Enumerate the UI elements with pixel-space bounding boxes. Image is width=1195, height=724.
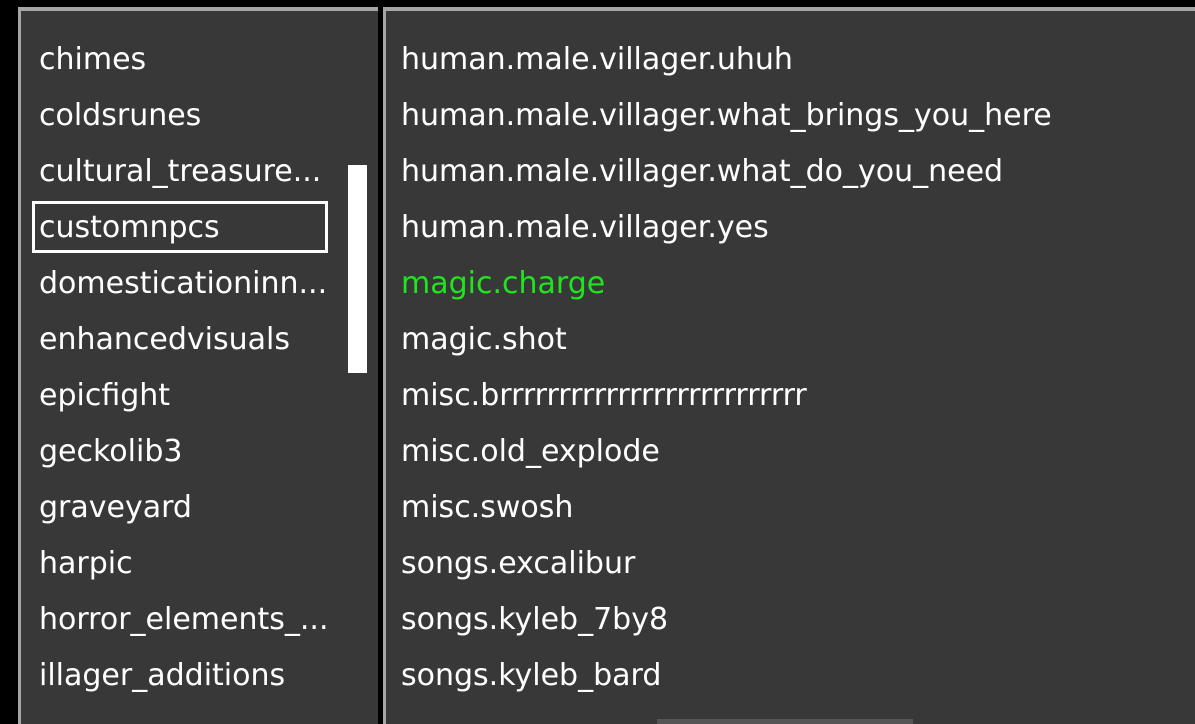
namespace-item[interactable]: cultural_treasure...	[39, 150, 349, 194]
sound-item[interactable]: songs.excalibur	[401, 542, 1181, 586]
namespace-item[interactable]: graveyard	[39, 486, 349, 530]
namespace-item-selected[interactable]: customnpcs	[39, 206, 349, 250]
sound-item[interactable]: human.male.villager.what_do_you_need	[401, 150, 1181, 194]
namespace-item[interactable]: domesticationinn...	[39, 262, 349, 306]
sound-item[interactable]: magic.shot	[401, 318, 1181, 362]
namespace-item[interactable]: enhancedvisuals	[39, 318, 349, 362]
sound-item[interactable]: songs.kyleb_7by8	[401, 598, 1181, 642]
namespace-item[interactable]: chimes	[39, 38, 349, 82]
namespace-item[interactable]: harpic	[39, 542, 349, 586]
namespace-item[interactable]: illager_additions	[39, 654, 349, 698]
namespace-item[interactable]: horror_elements_...	[39, 598, 349, 642]
sound-item[interactable]: songs.kyleb_bard	[401, 654, 1181, 698]
sound-item-highlighted[interactable]: magic.charge	[401, 262, 1181, 306]
sound-list-panel[interactable]: human.male.villager.uhuh human.male.vill…	[383, 11, 1195, 724]
sound-item[interactable]: human.male.villager.what_brings_you_here	[401, 94, 1181, 138]
sound-item[interactable]: human.male.villager.yes	[401, 206, 1181, 250]
sound-item[interactable]: misc.swosh	[401, 486, 1181, 530]
namespace-list-panel[interactable]: chimes coldsrunes cultural_treasure... c…	[18, 11, 378, 724]
sound-item[interactable]: human.male.villager.uhuh	[401, 38, 1181, 82]
sound-list-bottom-scrollbar[interactable]	[657, 719, 913, 724]
namespace-item[interactable]: geckolib3	[39, 430, 349, 474]
namespace-item[interactable]: epicfight	[39, 374, 349, 418]
namespace-item[interactable]: coldsrunes	[39, 94, 349, 138]
sound-browser-window: chimes coldsrunes cultural_treasure... c…	[0, 0, 1195, 724]
namespace-scrollbar-thumb[interactable]	[348, 165, 367, 373]
sound-item[interactable]: misc.brrrrrrrrrrrrrrrrrrrrrrrrrr	[401, 374, 1181, 418]
sound-item[interactable]: misc.old_explode	[401, 430, 1181, 474]
